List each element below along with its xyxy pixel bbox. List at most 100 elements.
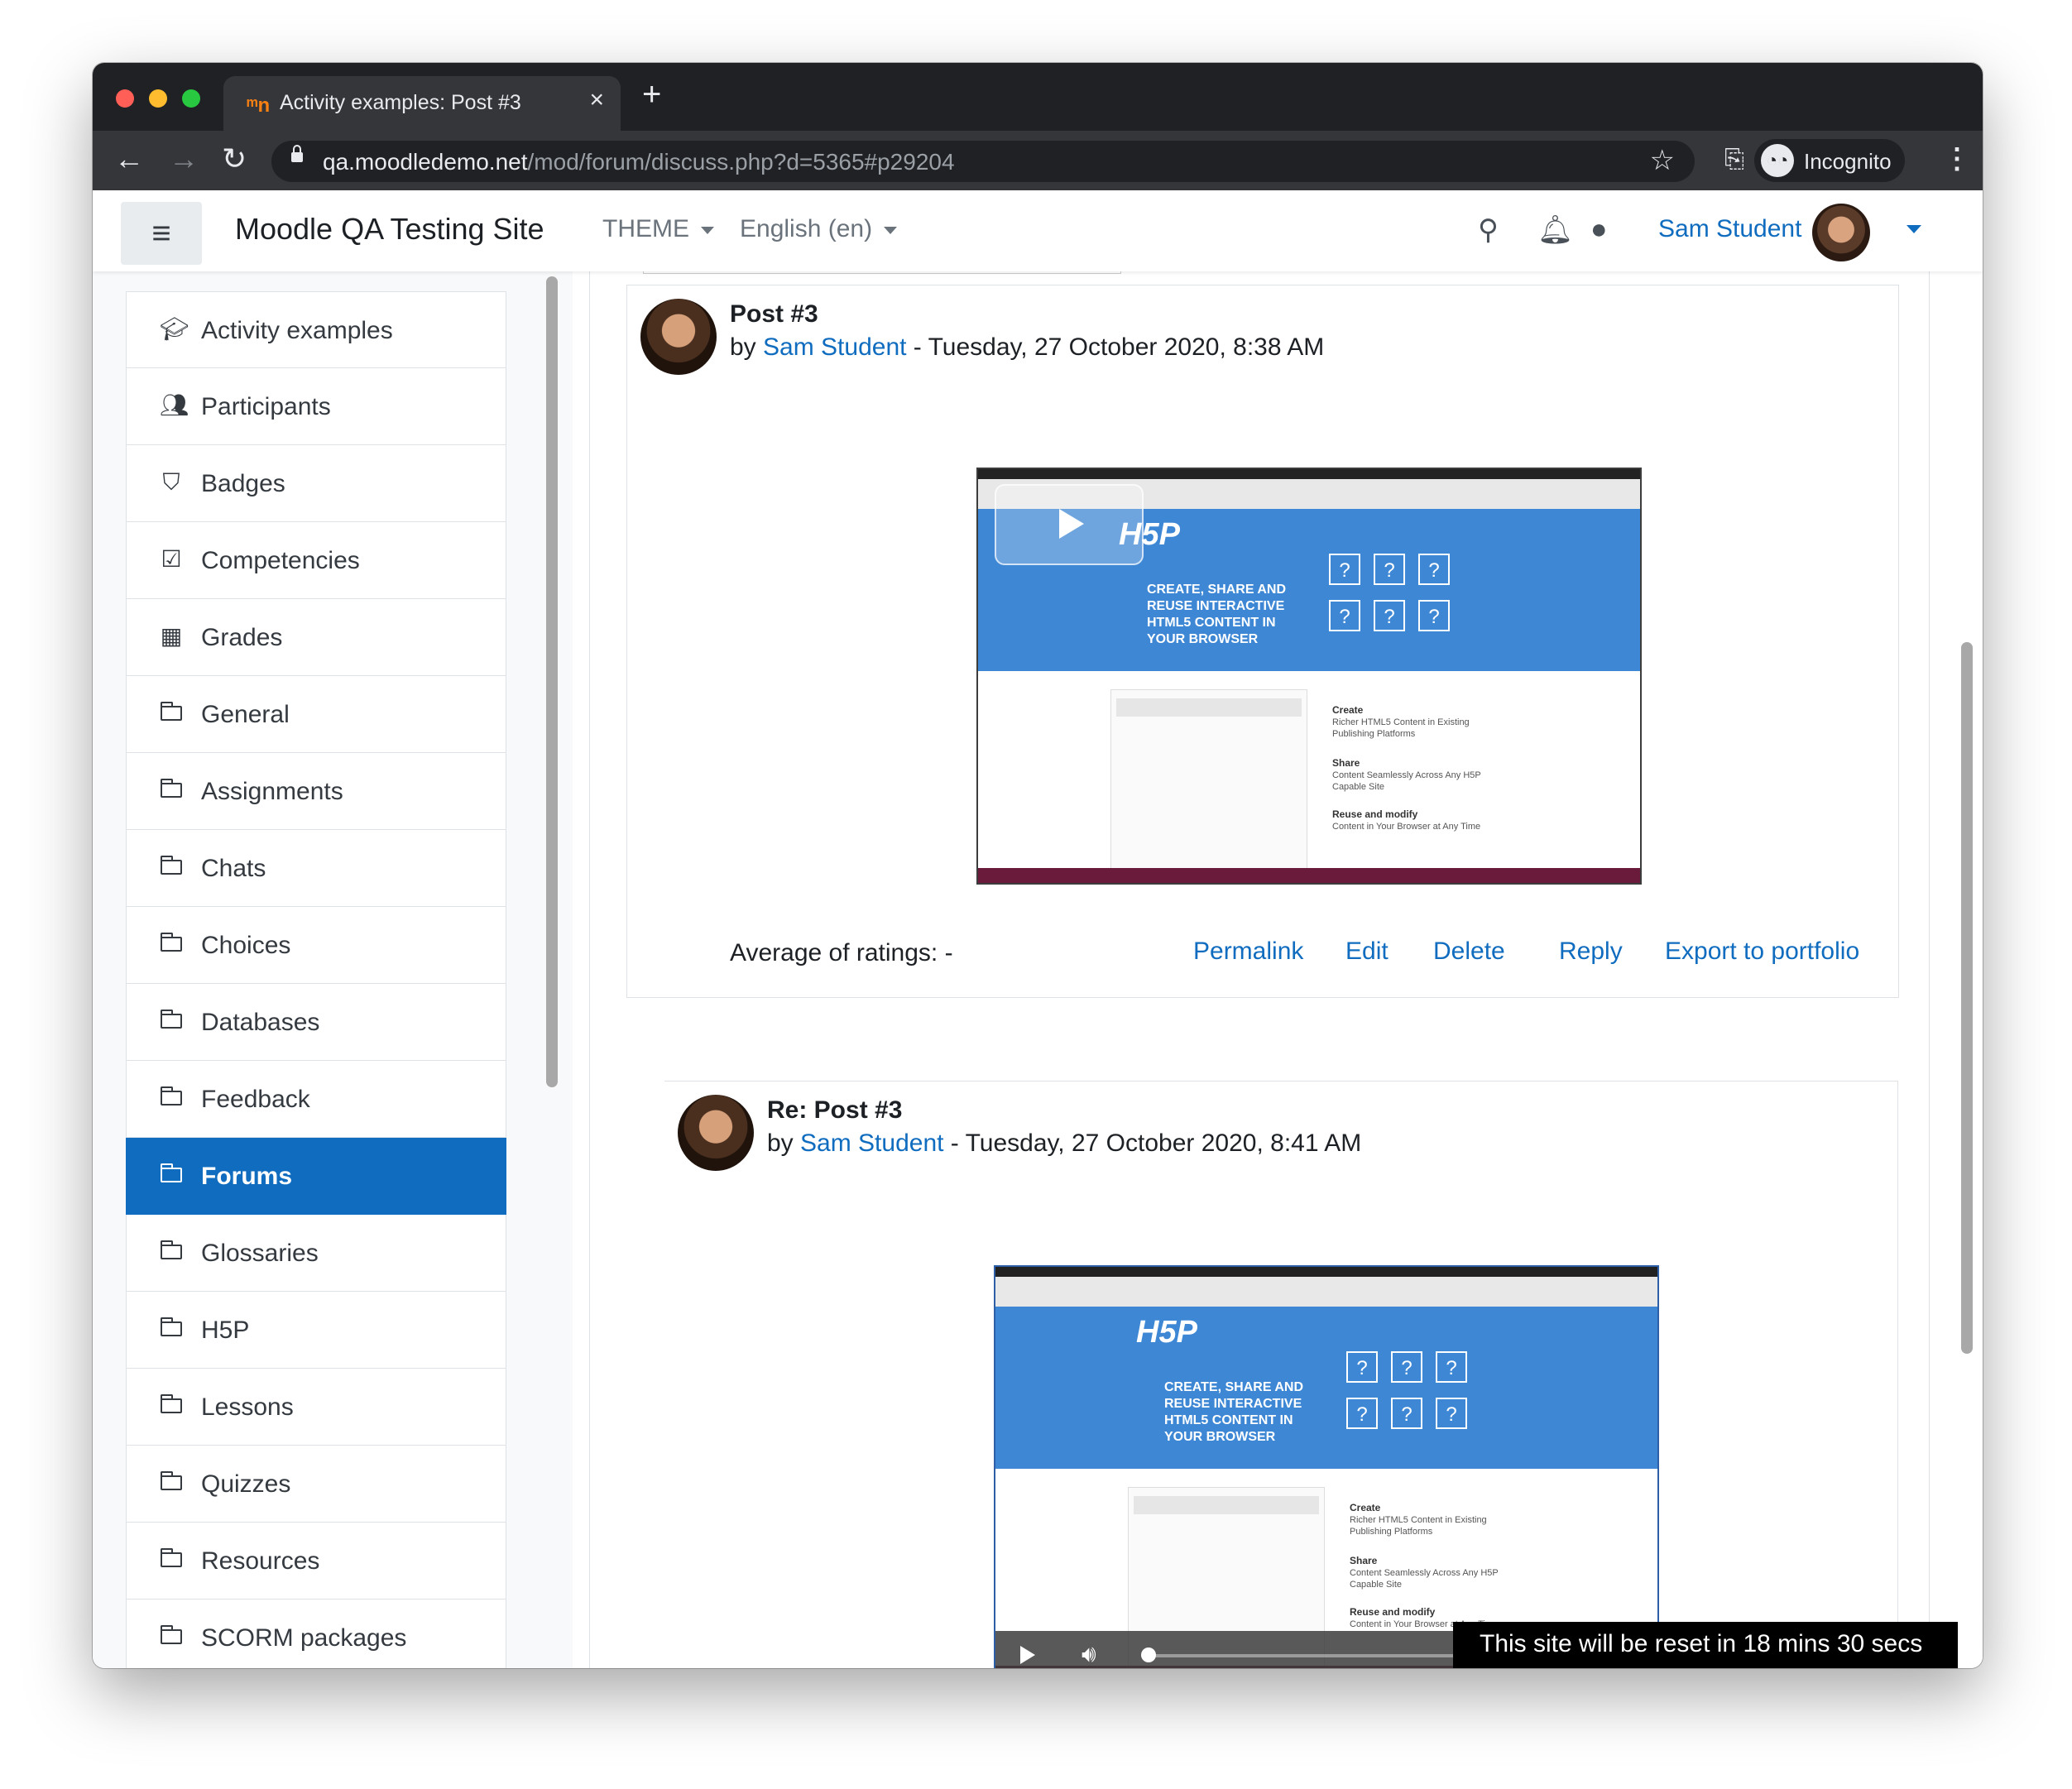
play-icon[interactable] [1020, 1646, 1035, 1664]
theme-menu[interactable]: THEME [602, 215, 714, 243]
folder-icon [160, 1624, 183, 1649]
browser-tab[interactable]: ᵐn Activity examples: Post #3 × [223, 76, 621, 131]
page-scrollbar[interactable] [1961, 642, 1973, 1354]
sidebar-item-glossaries[interactable]: Glossaries [126, 1215, 506, 1292]
caret-down-icon [701, 226, 714, 234]
sidebar-item-resources[interactable]: Resources [126, 1523, 506, 1600]
reply-link[interactable]: Reply [1559, 938, 1623, 966]
incognito-badge[interactable]: ◔◔ Incognito [1754, 139, 1905, 182]
export-to-portfolio-link[interactable]: Export to portfolio [1665, 938, 1859, 966]
feature-title: Reuse and modify [1350, 1606, 1436, 1618]
feature-title: Reuse and modify [1332, 808, 1418, 820]
seek-handle[interactable] [1141, 1648, 1156, 1662]
user-menu-name[interactable]: Sam Student [1658, 215, 1801, 243]
sidebar-item-competencies[interactable]: ☑ Competencies [126, 522, 506, 599]
question-box: ? [1329, 554, 1360, 585]
chat-bubble-icon[interactable]: ● [1590, 213, 1608, 246]
video-browser-bar [995, 1267, 1657, 1307]
h5p-video-embed[interactable]: H5P CREATE, SHARE AND REUSE INTERACTIVE H… [994, 1265, 1659, 1668]
browser-menu-icon[interactable]: ⋮ [1943, 142, 1971, 175]
sidebar-item-label: Choices [201, 932, 291, 959]
discussion-region: Post #3 by Sam Student - Tuesday, 27 Oct… [589, 271, 1930, 1668]
reload-icon[interactable]: ↻ [222, 142, 247, 175]
graduation-cap-icon: 🎓︎ [160, 316, 189, 342]
cast-icon[interactable]: ⎘ [1724, 146, 1744, 174]
previous-element-edge [643, 271, 1121, 274]
delete-link[interactable]: Delete [1433, 938, 1505, 966]
folder-icon [160, 778, 183, 803]
hero-text: CREATE, SHARE AND REUSE INTERACTIVE HTML… [1164, 1380, 1304, 1444]
sidebar-item-general[interactable]: General [126, 676, 506, 753]
new-tab-button[interactable]: + [642, 78, 661, 111]
feature-title: Share [1350, 1555, 1378, 1566]
site-name[interactable]: Moodle QA Testing Site [235, 212, 544, 247]
main-content: Post #3 by Sam Student - Tuesday, 27 Oct… [573, 271, 1983, 1668]
sidebar-item-h5p[interactable]: H5P [126, 1292, 506, 1369]
sidebar-item-label: Activity examples [201, 317, 393, 344]
sidebar-item-label: General [201, 701, 290, 728]
sidebar-item-forums[interactable]: Forums [126, 1138, 506, 1215]
lock-icon [291, 145, 303, 162]
caret-down-icon [884, 226, 898, 234]
author-link[interactable]: Sam Student [763, 333, 906, 361]
question-box: ? [1391, 1398, 1422, 1429]
seek-track[interactable] [1148, 1654, 1479, 1657]
feature-desc: Richer HTML5 Content in Existing Publish… [1350, 1515, 1487, 1537]
folder-icon [160, 1009, 183, 1034]
sidebar-item-label: H5P [201, 1317, 250, 1344]
play-button[interactable] [995, 484, 1144, 565]
folder-icon [160, 855, 183, 880]
language-menu[interactable]: English (en) [740, 215, 898, 243]
forward-arrow-icon[interactable]: → [169, 142, 199, 175]
volume-icon[interactable]: 🔊︎ [1082, 1641, 1096, 1668]
avatar[interactable] [1812, 204, 1870, 261]
h5p-video-embed[interactable]: H5P CREATE, SHARE AND REUSE INTERACTIVE H… [976, 468, 1642, 885]
hero-text: CREATE, SHARE AND REUSE INTERACTIVE HTML… [1147, 583, 1287, 646]
back-arrow-icon[interactable]: ← [114, 142, 144, 175]
sidebar-item-assignments[interactable]: Assignments [126, 753, 506, 830]
avatar[interactable] [678, 1095, 754, 1171]
address-bar[interactable]: qa.moodledemo.net/mod/forum/discuss.php?… [271, 141, 1695, 182]
drawer-toggle-button[interactable]: ≡ [121, 202, 202, 265]
permalink-link[interactable]: Permalink [1193, 938, 1303, 966]
bell-icon[interactable]: 🔔︎ [1537, 213, 1573, 247]
close-tab-icon[interactable]: × [589, 86, 604, 114]
question-box: ? [1346, 1351, 1378, 1383]
question-box: ? [1374, 600, 1405, 631]
folder-icon [160, 1086, 183, 1110]
avatar[interactable] [640, 299, 717, 375]
search-icon[interactable]: ⚲ [1478, 213, 1499, 247]
sidebar-item-lessons[interactable]: Lessons [126, 1369, 506, 1446]
folder-icon [160, 1470, 183, 1495]
feature-text: Share Content Seamlessly Across Any H5P C… [1350, 1555, 1499, 1590]
user-menu-caret-icon[interactable] [1907, 225, 1921, 233]
drawer-scrollbar[interactable] [546, 276, 558, 1087]
sidebar-item-label: Feedback [201, 1086, 310, 1113]
close-window-button[interactable] [116, 89, 134, 108]
sidebar-item-scorm-packages[interactable]: SCORM packages [126, 1600, 506, 1668]
minimize-window-button[interactable] [149, 89, 167, 108]
post-byline: by Sam Student - Tuesday, 27 October 202… [730, 333, 1325, 361]
sidebar-item-databases[interactable]: Databases [126, 984, 506, 1061]
sidebar-item-feedback[interactable]: Feedback [126, 1061, 506, 1138]
shield-icon: ⛉ [162, 469, 180, 495]
average-rating: Average of ratings: - [730, 939, 953, 966]
question-box: ? [1329, 600, 1360, 631]
sidebar-item-quizzes[interactable]: Quizzes [126, 1446, 506, 1523]
sidebar-item-activity-examples[interactable]: 🎓︎ Activity examples [126, 291, 506, 368]
incognito-icon: ◔◔ [1761, 144, 1794, 177]
bookmark-star-icon[interactable]: ☆ [1650, 144, 1675, 177]
post-title: Re: Post #3 [767, 1096, 903, 1124]
maximize-window-button[interactable] [182, 89, 200, 108]
sidebar-item-participants[interactable]: 👥︎ Participants [126, 368, 506, 445]
author-link[interactable]: Sam Student [800, 1130, 943, 1157]
folder-icon [160, 701, 183, 726]
sidebar-item-choices[interactable]: Choices [126, 907, 506, 984]
sidebar-item-chats[interactable]: Chats [126, 830, 506, 907]
sidebar-item-grades[interactable]: ▦ Grades [126, 599, 506, 676]
feature-title: Create [1332, 704, 1364, 716]
browser-toolbar: ← → ↻ qa.moodledemo.net/mod/forum/discus… [93, 131, 1983, 190]
question-box: ? [1374, 554, 1405, 585]
sidebar-item-badges[interactable]: ⛉ Badges [126, 445, 506, 522]
edit-link[interactable]: Edit [1345, 938, 1389, 966]
